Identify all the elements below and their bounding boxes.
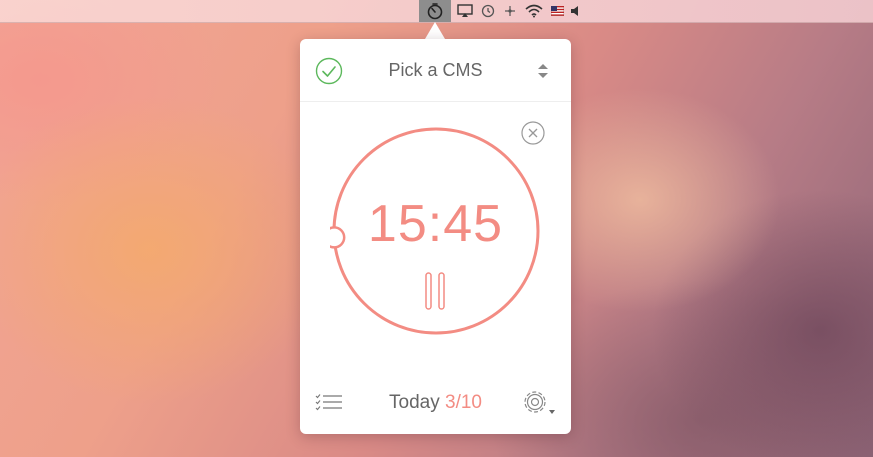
up-down-arrows-icon: [538, 64, 548, 78]
today-label: Today: [389, 392, 440, 413]
timer-icon: [427, 3, 443, 20]
task-title[interactable]: Pick a CMS: [340, 60, 531, 81]
checkmark-circle-icon: [315, 57, 343, 85]
timer-menu-icon[interactable]: [419, 0, 451, 22]
popover-arrow: [425, 22, 445, 39]
volume-icon[interactable]: [569, 0, 581, 22]
pause-icon: [425, 272, 445, 310]
pause-button[interactable]: [423, 271, 447, 316]
header-divider: [300, 101, 571, 102]
settings-button[interactable]: [522, 389, 556, 422]
chevron-down-icon: [549, 410, 555, 414]
timer-popover: Pick a CMS 15:45 Today 3/10: [300, 39, 571, 434]
timer-display: 15:45: [367, 195, 504, 253]
wifi-icon[interactable]: [524, 0, 544, 22]
airplay-icon[interactable]: [456, 0, 474, 22]
complete-task-button[interactable]: [315, 57, 343, 90]
gear-icon: [524, 391, 555, 414]
today-count: 3/10: [445, 392, 482, 413]
menu-bar: [0, 0, 873, 23]
time-machine-icon[interactable]: [480, 0, 496, 22]
network-icon[interactable]: [502, 0, 518, 22]
flag-icon[interactable]: [549, 0, 565, 22]
today-progress: Today 3/10: [360, 392, 511, 414]
footer: Today 3/10: [300, 379, 571, 425]
task-list-button[interactable]: [315, 393, 343, 416]
task-selector-button[interactable]: [536, 63, 550, 84]
checklist-icon: [315, 394, 342, 411]
task-header: Pick a CMS: [300, 39, 571, 101]
